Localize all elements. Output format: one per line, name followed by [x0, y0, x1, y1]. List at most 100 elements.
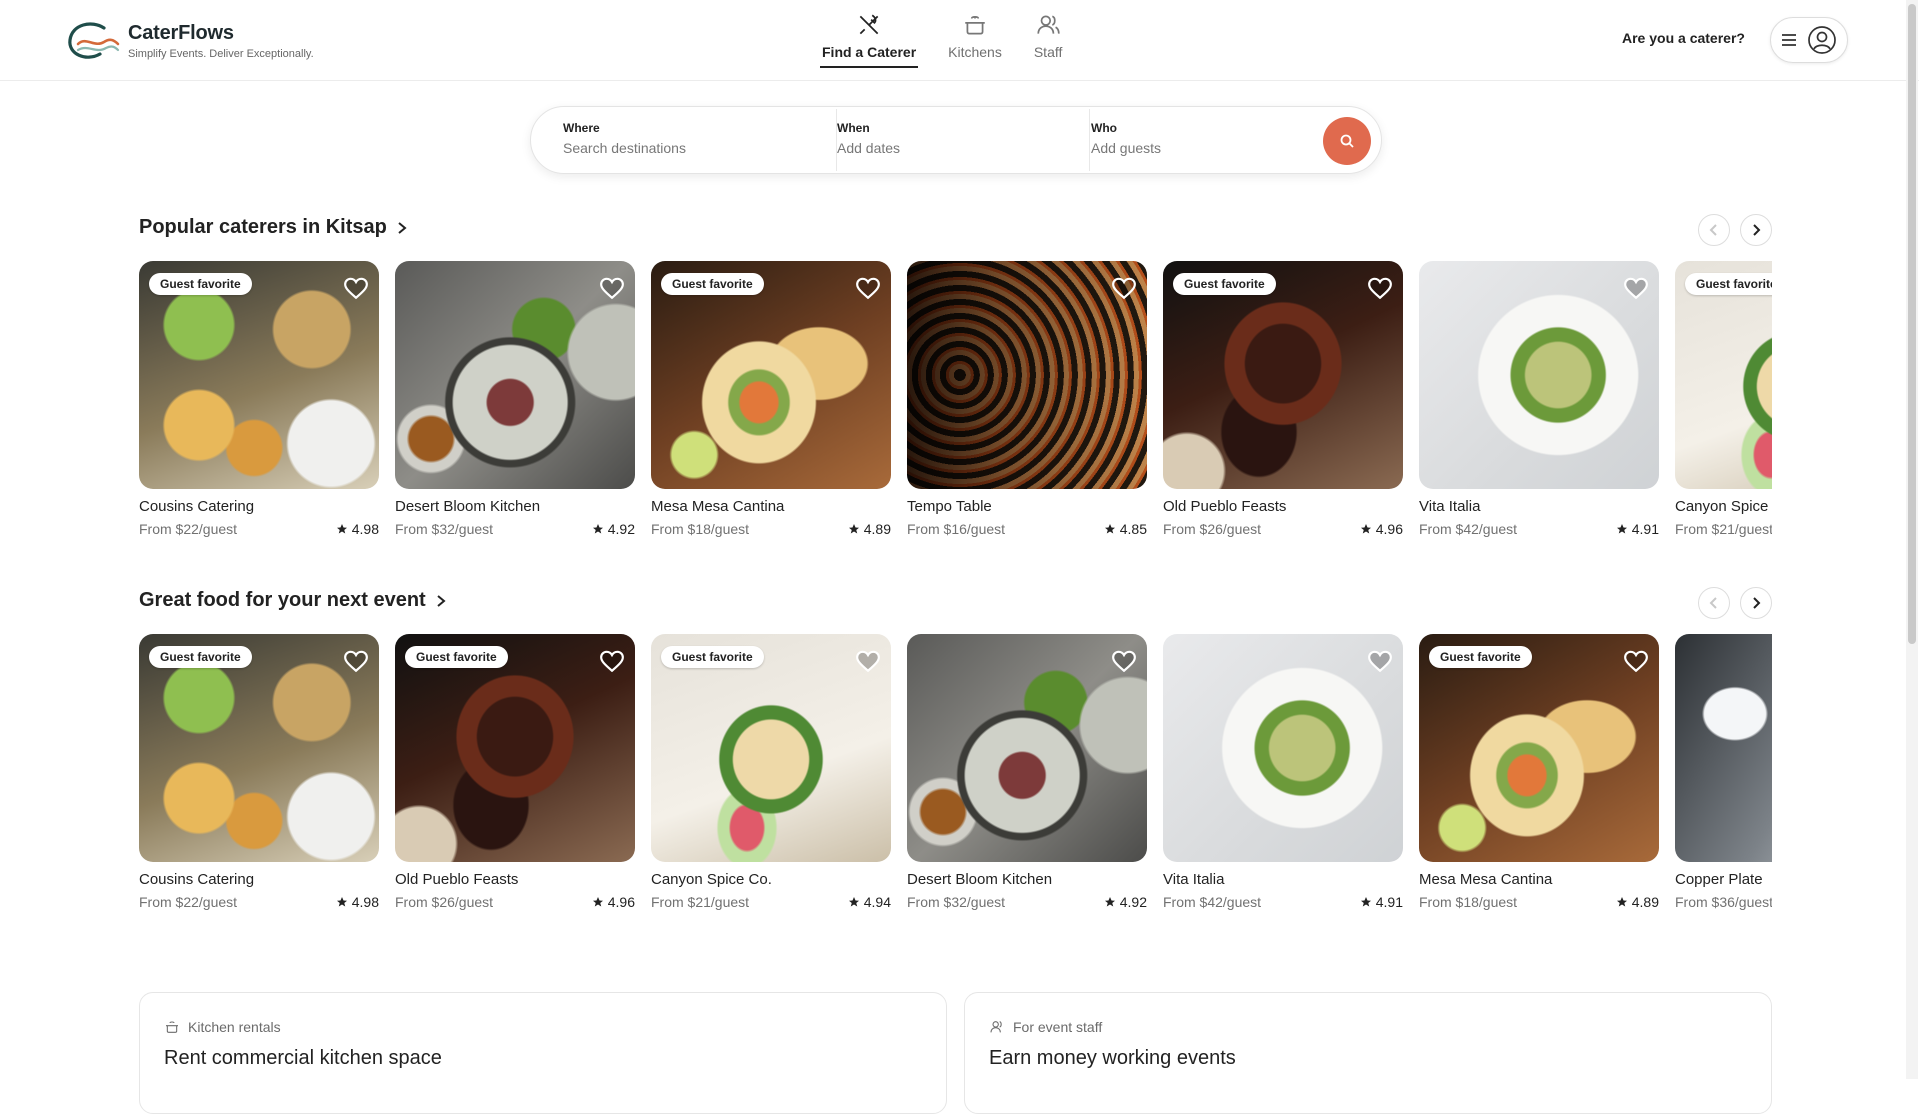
caterer-meta: Cousins Catering From $22/guest 4.98	[139, 498, 379, 537]
caterer-rating: 4.96	[592, 894, 635, 910]
favorite-heart-button[interactable]	[1111, 648, 1137, 674]
caterer-name[interactable]: Cousins Catering	[139, 498, 379, 515]
caterer-name[interactable]: Old Pueblo Feasts	[395, 871, 635, 888]
caterer-photo[interactable]: Guest favorite	[651, 261, 891, 489]
caterer-photo[interactable]	[1419, 261, 1659, 489]
caterer-photo[interactable]: Guest favorite	[139, 634, 379, 862]
caterer-photo[interactable]	[1675, 634, 1772, 862]
page-scrollbar[interactable]	[1906, 0, 1918, 1079]
carousel-prev-button[interactable]	[1698, 587, 1730, 619]
rating-value: 4.91	[1375, 894, 1403, 910]
caterer-card[interactable]: Vita Italia From $42/guest 4.91	[1163, 634, 1403, 910]
caterer-card[interactable]: Desert Bloom Kitchen From $32/guest 4.92	[395, 261, 635, 537]
caterer-name[interactable]: Mesa Mesa Cantina	[651, 498, 891, 515]
carousel-controls	[1698, 214, 1772, 246]
favorite-heart-button[interactable]	[855, 275, 881, 301]
caterer-photo[interactable]: Guest favorite	[651, 634, 891, 862]
carousel-prev-button[interactable]	[1698, 214, 1730, 246]
search-button[interactable]	[1323, 117, 1371, 165]
heart-icon	[1624, 277, 1648, 300]
caterer-rating: 4.89	[848, 521, 891, 537]
caterer-name[interactable]: Copper Plate	[1675, 871, 1772, 888]
star-icon	[1360, 897, 1371, 907]
caterer-card[interactable]: Guest favorite Cousins Catering From $22/g…	[139, 634, 379, 910]
heart-icon	[600, 650, 624, 673]
nav-staff[interactable]: Staff	[1032, 12, 1065, 68]
rating-value: 4.85	[1119, 521, 1147, 537]
nav-find-a-caterer[interactable]: Find a Caterer	[820, 12, 919, 68]
guest-favorite-badge: Guest favorite	[1429, 646, 1532, 668]
caterer-carousel: Guest favorite Cousins Catering From $22/g…	[139, 634, 1772, 924]
favorite-heart-button[interactable]	[343, 648, 369, 674]
favorite-heart-button[interactable]	[343, 275, 369, 301]
star-icon	[592, 897, 603, 907]
main-nav: Find a Caterer Kitchens Staff	[820, 12, 1064, 68]
caterer-name[interactable]: Desert Bloom Kitchen	[395, 498, 635, 515]
caterer-meta: Mesa Mesa Cantina From $18/guest 4.89	[651, 498, 891, 537]
heart-icon	[344, 277, 368, 300]
caterer-photo[interactable]	[395, 261, 635, 489]
caterer-name[interactable]: Vita Italia	[1419, 498, 1659, 515]
section-title-great-food[interactable]: Great food for your next event	[139, 589, 446, 612]
rating-value: 4.98	[351, 521, 379, 537]
caterer-rating: 4.92	[592, 521, 635, 537]
heart-icon	[1368, 277, 1392, 300]
favorite-heart-button[interactable]	[599, 275, 625, 301]
caterer-card[interactable]: Guest favorite Mesa Mesa Cantina From $18/…	[651, 261, 891, 537]
caterer-photo[interactable]: Guest favorite	[1675, 261, 1772, 489]
are-you-a-caterer-link[interactable]: Are you a caterer?	[1622, 30, 1745, 46]
caterer-card[interactable]: Guest favorite Canyon Spice Co. From $21/g…	[651, 634, 891, 910]
promo-kicker-text: Kitchen rentals	[188, 1019, 281, 1035]
brand-logo-link[interactable]: CaterFlows Simplify Events. Deliver Exce…	[64, 18, 314, 64]
user-menu-button[interactable]	[1770, 17, 1848, 63]
caterer-price: From $16/guest	[907, 521, 1006, 537]
caterer-name[interactable]: Canyon Spice Co.	[1675, 498, 1772, 515]
caterer-photo[interactable]	[907, 261, 1147, 489]
favorite-heart-button[interactable]	[1623, 275, 1649, 301]
user-avatar-icon	[1808, 26, 1836, 54]
nav-kitchens[interactable]: Kitchens	[946, 12, 1004, 68]
caterer-photo[interactable]	[907, 634, 1147, 862]
caterer-card[interactable]: Guest favorite Cousins Catering From $22/g…	[139, 261, 379, 537]
caterer-name[interactable]: Mesa Mesa Cantina	[1419, 871, 1659, 888]
rating-value: 4.91	[1631, 521, 1659, 537]
favorite-heart-button[interactable]	[1623, 648, 1649, 674]
caterer-card[interactable]: Guest favorite Mesa Mesa Cantina From $18/…	[1419, 634, 1659, 910]
promo-event-staff[interactable]: For event staff Earn money working event…	[964, 992, 1772, 1114]
caterer-name[interactable]: Vita Italia	[1163, 871, 1403, 888]
caterer-photo[interactable]: Guest favorite	[139, 261, 379, 489]
scrollbar-thumb[interactable]	[1908, 4, 1916, 644]
caterer-name[interactable]: Cousins Catering	[139, 871, 379, 888]
caterer-photo[interactable]: Guest favorite	[395, 634, 635, 862]
caterer-card[interactable]: Desert Bloom Kitchen From $32/guest 4.92	[907, 634, 1147, 910]
caterer-price: From $18/guest	[651, 521, 750, 537]
section-title-popular[interactable]: Popular caterers in Kitsap	[139, 216, 407, 239]
caterer-card[interactable]: Guest favorite Canyon Spice Co. From $21/g…	[1675, 261, 1772, 537]
favorite-heart-button[interactable]	[1367, 648, 1393, 674]
caterer-name[interactable]: Desert Bloom Kitchen	[907, 871, 1147, 888]
favorite-heart-button[interactable]	[855, 648, 881, 674]
heart-icon	[1624, 650, 1648, 673]
chevron-right-icon	[1753, 597, 1761, 609]
caterer-photo[interactable]: Guest favorite	[1163, 261, 1403, 489]
caterer-rating: 4.91	[1616, 521, 1659, 537]
caterer-card[interactable]: Vita Italia From $42/guest 4.91	[1419, 261, 1659, 537]
caterer-name[interactable]: Tempo Table	[907, 498, 1147, 515]
caterer-card[interactable]: Guest favorite Old Pueblo Feasts From $26/…	[1163, 261, 1403, 537]
caterer-photo[interactable]: Guest favorite	[1419, 634, 1659, 862]
carousel-next-button[interactable]	[1740, 214, 1772, 246]
caterer-card[interactable]: Copper Plate From $36/guest	[1675, 634, 1772, 910]
promo-kitchen-rentals[interactable]: Kitchen rentals Rent commercial kitchen …	[139, 992, 947, 1114]
caterer-name[interactable]: Old Pueblo Feasts	[1163, 498, 1403, 515]
caterer-name[interactable]: Canyon Spice Co.	[651, 871, 891, 888]
favorite-heart-button[interactable]	[1367, 275, 1393, 301]
caterer-card[interactable]: Tempo Table From $16/guest 4.85	[907, 261, 1147, 537]
rating-value: 4.96	[1375, 521, 1403, 537]
caterer-card[interactable]: Guest favorite Old Pueblo Feasts From $26/…	[395, 634, 635, 910]
favorite-heart-button[interactable]	[599, 648, 625, 674]
caterer-rating: 4.96	[1360, 521, 1403, 537]
users-icon	[1037, 15, 1060, 34]
carousel-next-button[interactable]	[1740, 587, 1772, 619]
caterer-photo[interactable]	[1163, 634, 1403, 862]
favorite-heart-button[interactable]	[1111, 275, 1137, 301]
